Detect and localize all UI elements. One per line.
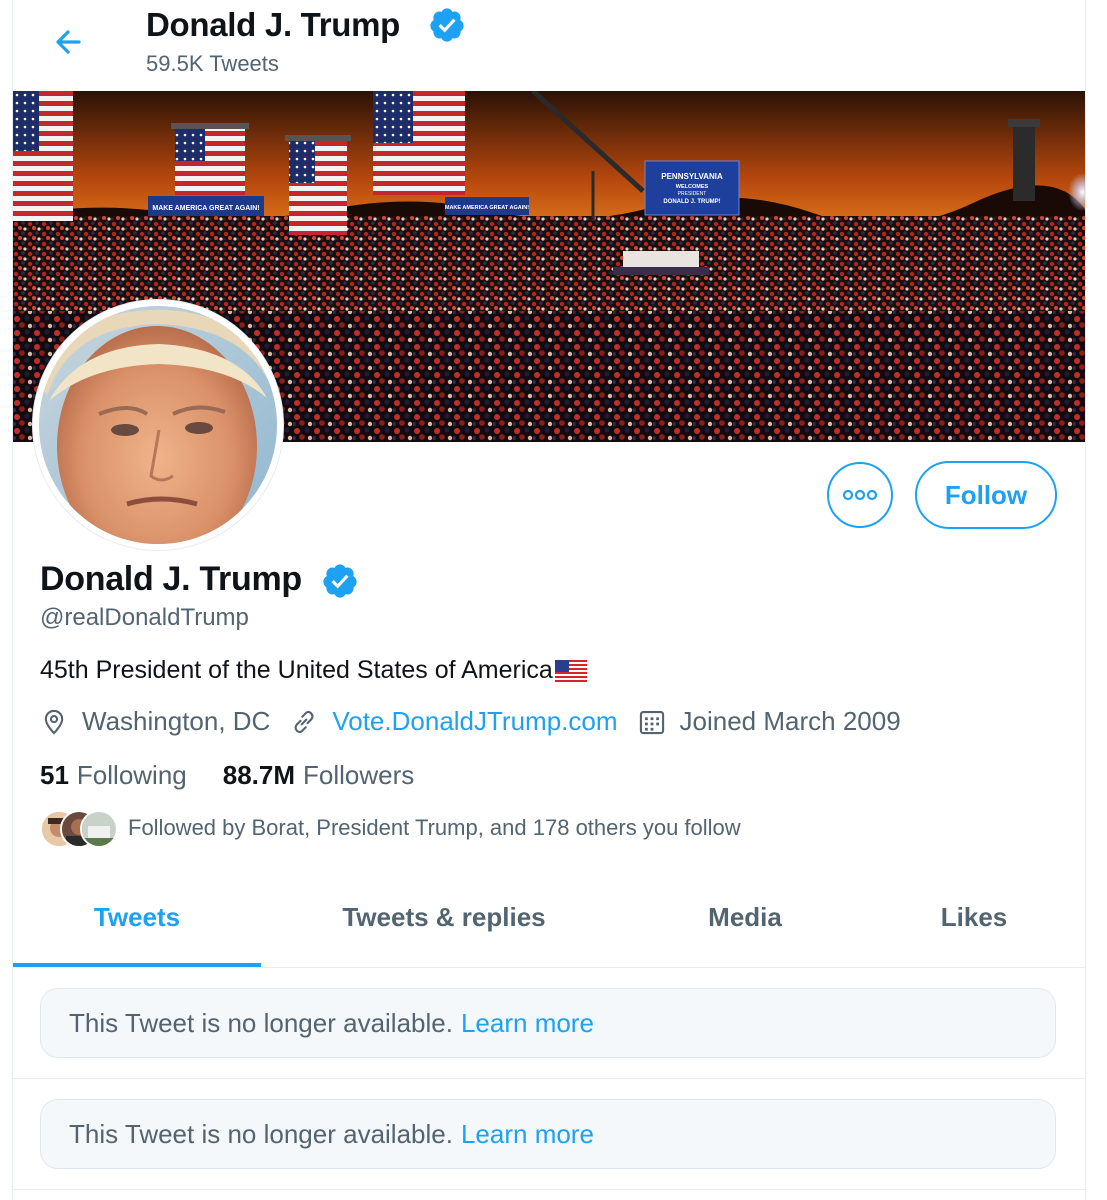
profile-bio: 45th President of the United States of A… (40, 656, 587, 685)
profile-handle: @realDonaldTrump (40, 604, 249, 631)
following-link[interactable]: 51 Following (40, 760, 187, 791)
back-button[interactable] (49, 22, 89, 62)
profile-meta: Washington, DC Vote.DonaldJTrump.com Joi… (40, 706, 921, 737)
following-label: Following (76, 760, 187, 790)
website-item: Vote.DonaldJTrump.com (290, 706, 618, 737)
banner-sign-line-3: PRESIDENT (678, 191, 707, 197)
tab-tweets-label: Tweets (93, 901, 181, 932)
unavailable-tweet-text: This Tweet is no longer available. (69, 1118, 453, 1149)
learn-more-link[interactable]: Learn more (461, 1119, 594, 1150)
banner-sign-line-2: WELCOMES (676, 184, 709, 190)
followers-link[interactable]: 88.7M Followers (223, 760, 415, 791)
followers-count: 88.7M (222, 760, 296, 790)
tab-tweets-and-replies[interactable]: Tweets & replies (261, 868, 627, 966)
tab-media[interactable]: Media (627, 868, 863, 966)
bio-text: 45th President of the United States of A… (40, 656, 553, 684)
header-title: Donald J. Trump (146, 6, 401, 43)
banner-sign-line-4: DONALD J. TRUMP! (663, 199, 720, 205)
banner-sign-line-1: PENNSYLVANIA (661, 172, 723, 181)
profile-column: Donald J. Trump 59.5K Tweets MAKE AMERIC… (12, 0, 1086, 1200)
tab-tweets[interactable]: Tweets (13, 868, 261, 967)
verified-badge-icon (323, 564, 357, 598)
banner-sign-small-1: MAKE AMERICA GREAT AGAIN! (152, 205, 259, 212)
avatar-mini-3 (80, 810, 118, 848)
tab-likes[interactable]: Likes (863, 868, 1085, 966)
profile-tabs: Tweets Tweets & replies Media Likes (13, 868, 1085, 968)
unavailable-tweet-notice: This Tweet is no longer available. Learn… (40, 1099, 1056, 1169)
location-pin-icon (44, 709, 64, 735)
location-text: Washington, DC (82, 706, 271, 736)
tweet-row: This Tweet is no longer available. Learn… (13, 968, 1085, 1079)
link-icon (294, 710, 314, 733)
tweet-row: This Tweet is no longer available. Learn… (13, 1079, 1085, 1190)
active-tab-indicator (13, 963, 261, 967)
unavailable-tweet-notice: This Tweet is no longer available. Learn… (40, 988, 1056, 1058)
flag-left (13, 91, 73, 221)
followed-by-text: Followed by Borat, President Trump, and … (128, 815, 741, 840)
tab-likes-label: Likes (940, 901, 1008, 932)
location-item: Washington, DC (40, 706, 270, 737)
website-link[interactable]: Vote.DonaldJTrump.com (332, 706, 617, 737)
tab-media-label: Media (708, 901, 782, 932)
follow-button[interactable]: Follow (915, 461, 1057, 529)
learn-more-link[interactable]: Learn more (461, 1008, 594, 1039)
tweet-count: 59.5K Tweets (146, 51, 279, 76)
calendar-icon (639, 710, 664, 734)
banner-sign-small-2: MAKE AMERICA GREAT AGAIN! (445, 205, 529, 211)
followers-label: Followers (303, 760, 415, 790)
followed-by-avatars (40, 810, 118, 848)
follow-stats: 51 Following 88.7M Followers (40, 760, 450, 791)
avatar-photo (39, 306, 277, 544)
profile-avatar[interactable] (33, 300, 283, 550)
more-options-icon (842, 489, 878, 501)
joined-text: Joined March 2009 (679, 706, 901, 736)
us-flag-emoji-icon (554, 659, 587, 682)
joined-item: Joined March 2009 (638, 706, 901, 737)
more-options-button[interactable] (827, 462, 893, 528)
profile-name: Donald J. Trump (40, 560, 302, 598)
unavailable-tweet-text: This Tweet is no longer available. (69, 1007, 453, 1038)
followed-by-row[interactable]: Followed by Borat, President Trump, and … (40, 810, 741, 848)
following-count: 51 (40, 760, 69, 790)
tab-tweets-and-replies-label: Tweets & replies (342, 901, 546, 932)
back-arrow-icon (56, 30, 81, 54)
verified-badge-icon (430, 8, 464, 42)
